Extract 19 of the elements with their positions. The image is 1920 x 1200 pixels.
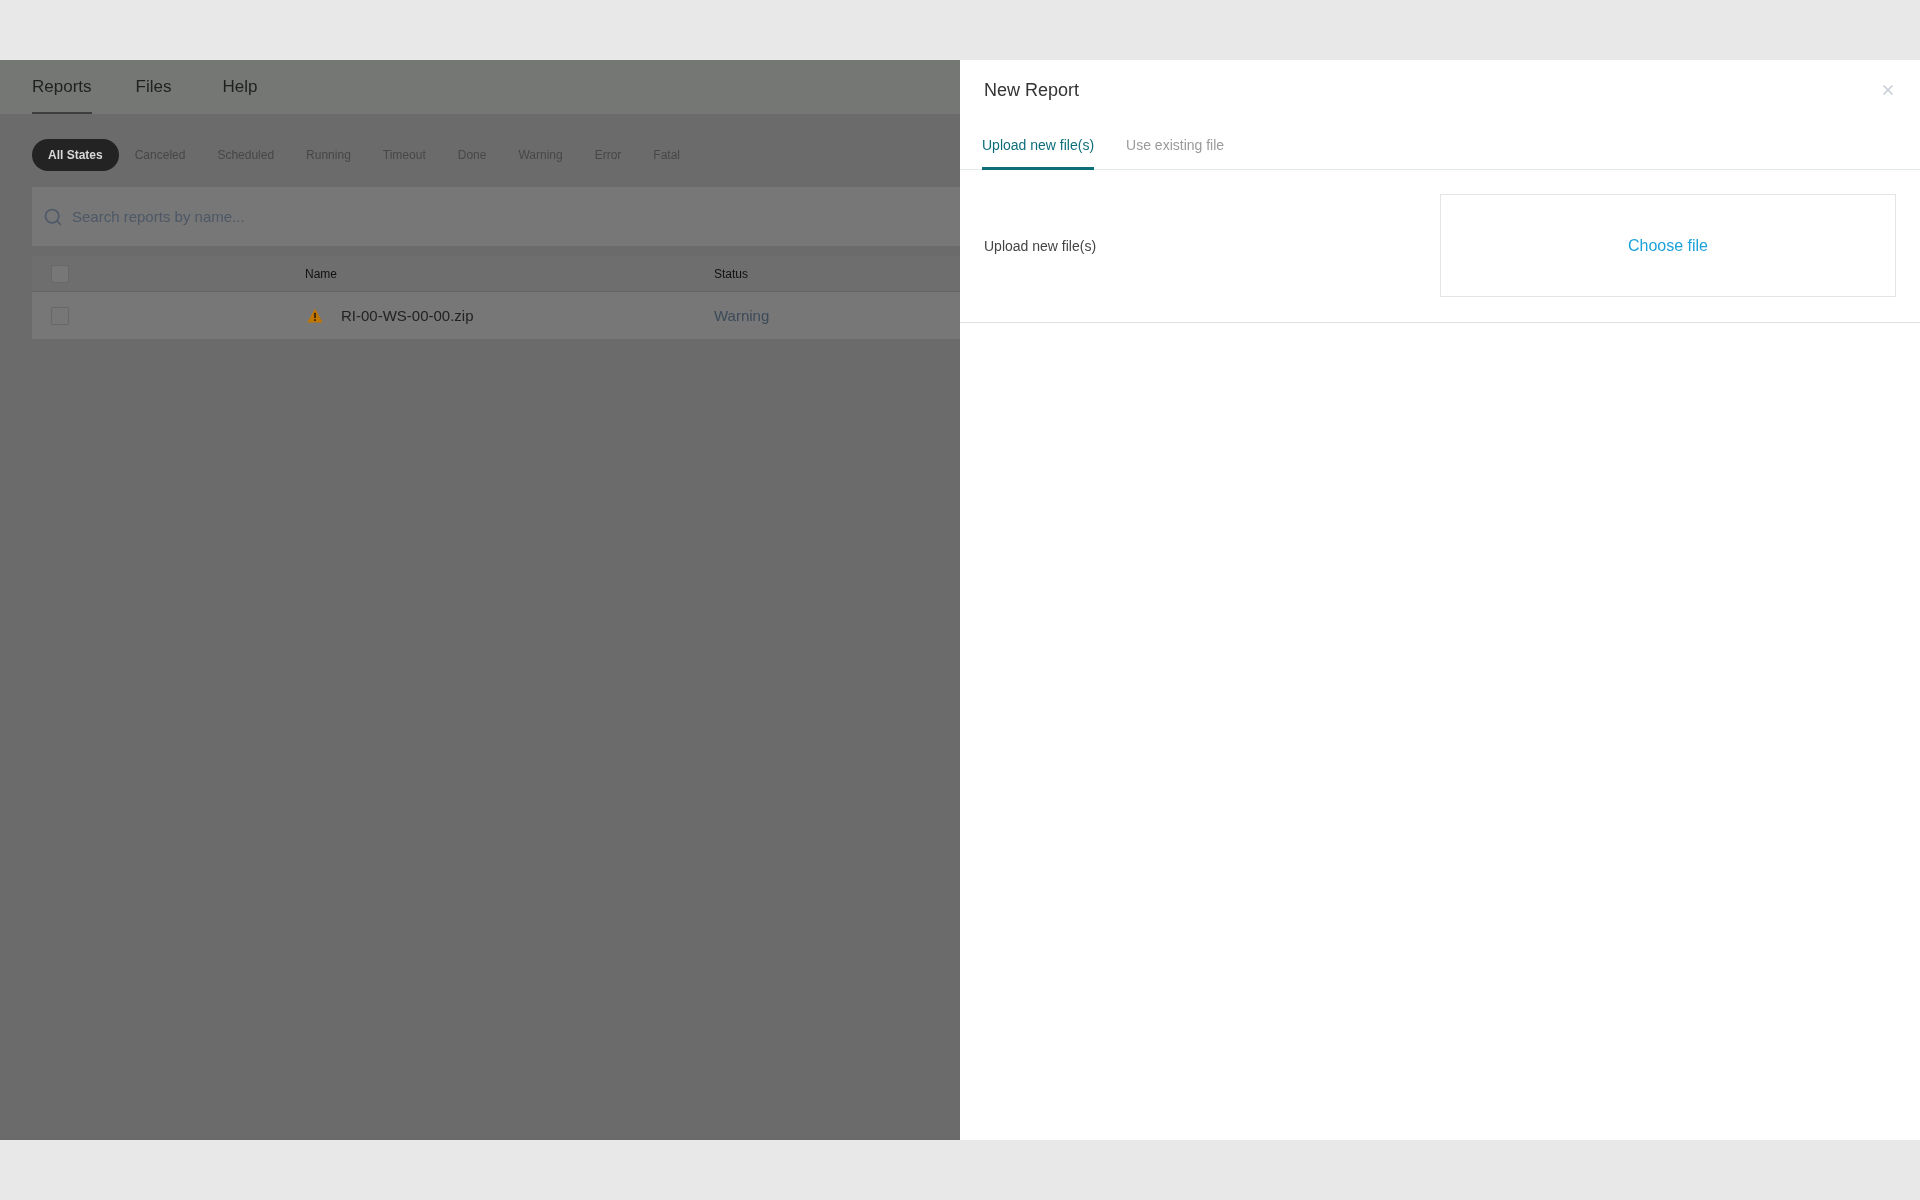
warning-icon [307,308,323,323]
drawer-tab[interactable]: Upload new file(s) [982,135,1095,170]
search-icon [43,207,63,227]
table-row[interactable]: RI-00-WS-00-00.zip Warning [32,292,960,339]
column-header: Status [714,266,749,281]
state-filter[interactable]: All States [32,139,119,171]
close-button[interactable] [1880,82,1896,98]
nav-tab[interactable]: Help [222,60,266,114]
nav-tab[interactable]: Reports [32,60,92,114]
choose-file-button[interactable]: Choose file [1627,236,1708,255]
nav-tab[interactable]: Files [135,60,179,114]
close-icon [1880,82,1896,98]
file-name: RI-00-WS-00-00.zip [341,307,474,324]
drawer-title: New Report [984,79,1080,102]
column-header: Name [305,266,337,281]
status-text: Warning [714,307,770,324]
file-drop-zone[interactable]: Choose file [1440,194,1896,297]
drawer-tab[interactable]: Use existing file [1126,135,1225,170]
upload-label: Upload new file(s) [984,237,1097,254]
